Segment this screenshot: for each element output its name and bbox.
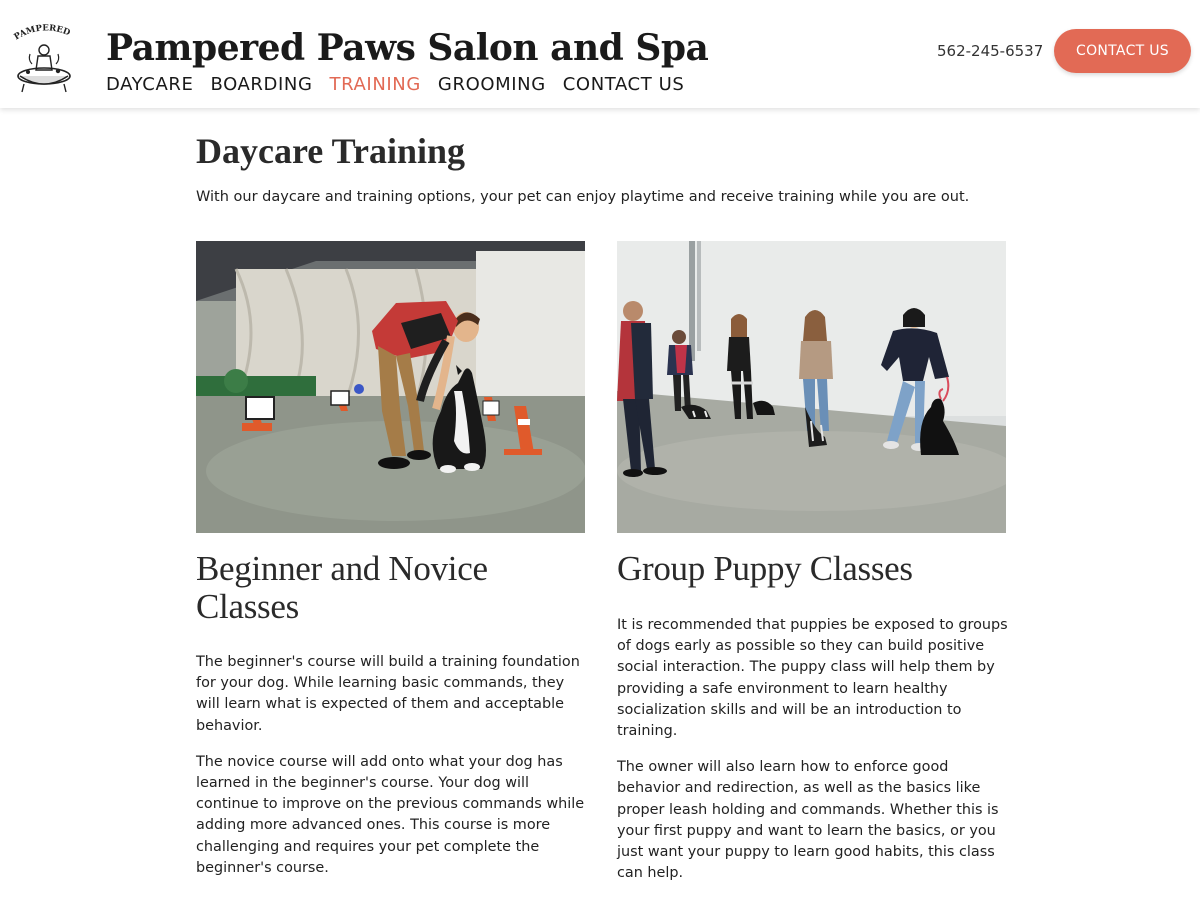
group-puppy-title: Group Puppy Classes (617, 549, 913, 588)
site-logo[interactable]: PAMPERED PAWS (4, 13, 78, 96)
novice-paragraph: The novice course will add onto what you… (196, 753, 585, 876)
phone-number-link[interactable]: 562-245-6537 (937, 42, 1043, 60)
beginner-paragraph: The beginner's course will build a train… (196, 654, 580, 734)
nav-item-training[interactable]: TRAINING (330, 74, 421, 95)
puppy-class-photo (617, 241, 1006, 533)
page-title: Daycare Training (196, 131, 465, 171)
contact-us-button[interactable]: CONTACT US (1054, 29, 1191, 73)
site-header: PAMPERED PAWS Pampered Paws Salon and Sp… (0, 0, 1200, 108)
nav-item-daycare[interactable]: DAYCARE (106, 74, 193, 95)
main-nav: DAYCARE BOARDING TRAINING GROOMING CONTA… (106, 74, 684, 95)
beginner-novice-section: Beginner and Novice Classes The beginner… (196, 550, 591, 894)
beginner-class-photo (196, 241, 585, 533)
site-title[interactable]: Pampered Paws Salon and Spa (106, 27, 709, 69)
logo-image: PAMPERED PAWS (4, 13, 75, 93)
nav-item-contact-us[interactable]: CONTACT US (563, 74, 685, 95)
intro-text: With our daycare and training options, y… (196, 189, 970, 205)
group-puppy-section: Group Puppy Classes It is recommended th… (617, 550, 1012, 899)
logo-text: PAMPERED PAWS (4, 13, 74, 43)
svg-text:PAMPERED PAWS: PAMPERED PAWS (10, 20, 75, 43)
owner-paragraph: The owner will also learn how to enforce… (617, 759, 999, 882)
nav-item-grooming[interactable]: GROOMING (438, 74, 546, 95)
puppy-paragraph: It is recommended that puppies be expose… (617, 617, 1008, 740)
beginner-novice-title: Beginner and Novice Classes (196, 549, 488, 626)
nav-item-boarding[interactable]: BOARDING (210, 74, 312, 95)
